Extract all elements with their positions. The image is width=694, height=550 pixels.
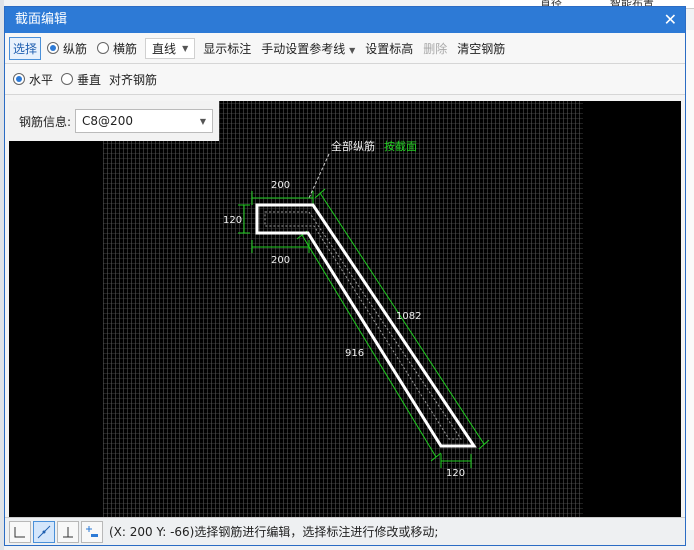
rebar-info-label: 钢筋信息: <box>19 114 72 129</box>
rebar-info-value: C8@200 <box>82 114 133 128</box>
leader-line <box>308 153 330 199</box>
select-button[interactable]: 选择 <box>9 36 42 60</box>
chevron-down-icon: ▼ <box>182 43 189 53</box>
window-title: 截面编辑 <box>15 12 68 27</box>
radio-checked-icon <box>13 73 25 85</box>
by-section-label: 按截面 <box>384 139 417 153</box>
status-text: (X: 200 Y: -66)选择钢筋进行编辑，选择标注进行修改或移动; <box>109 525 439 539</box>
delete-button[interactable]: 删除 <box>419 37 451 60</box>
main-toolbar: 选择 纵筋 横筋 直线 ▼ 显示标注 手动设置参考线 ▼ 设置标高 删除 清空钢… <box>5 33 685 64</box>
manual-ref-button[interactable]: 手动设置参考线 ▼ <box>257 37 359 60</box>
show-dims-button[interactable]: 显示标注 <box>199 37 255 60</box>
radio-unchecked-icon <box>97 42 110 54</box>
transverse-radio[interactable]: 横筋 <box>97 40 137 57</box>
transverse-label: 横筋 <box>113 41 138 56</box>
add-point-icon[interactable] <box>81 520 103 543</box>
title-bar[interactable]: 截面编辑 ✕ <box>5 7 685 33</box>
horizontal-label: 水平 <box>29 72 54 87</box>
drawing-canvas[interactable]: 全部纵筋 按截面 200 120 200 1082 916 120 钢筋信息: … <box>9 101 681 519</box>
dimension-lines <box>238 188 490 468</box>
rebar-outline <box>255 203 477 448</box>
vertical-radio[interactable]: 垂直 <box>61 71 101 88</box>
dim-end-text: 120 <box>446 468 465 479</box>
manual-ref-label: 手动设置参考线 <box>261 41 346 56</box>
all-long-label: 全部纵筋 <box>331 139 375 153</box>
dim-outer-text: 1082 <box>396 311 421 322</box>
clear-rebar-button[interactable]: 清空钢筋 <box>453 37 509 60</box>
radio-unchecked-icon <box>61 73 74 85</box>
dim-top-text: 200 <box>271 180 290 191</box>
radio-checked-icon <box>47 42 60 54</box>
vertical-label: 垂直 <box>77 72 102 87</box>
dim-bottom-text: 200 <box>271 255 290 266</box>
snap-perpendicular-icon[interactable] <box>57 520 79 543</box>
dim-inner-text: 916 <box>345 348 364 359</box>
align-toolbar: 水平 垂直 对齐钢筋 <box>5 64 685 95</box>
close-icon[interactable]: ✕ <box>664 7 677 33</box>
rebar-inner-dashed <box>264 211 462 440</box>
line-type-select[interactable]: 直线 ▼ <box>145 37 196 59</box>
chevron-down-icon: ▼ <box>349 45 356 55</box>
align-rebar-button[interactable]: 对齐钢筋 <box>105 68 161 91</box>
section-drawing: 全部纵筋 按截面 200 120 200 1082 916 120 <box>223 139 490 479</box>
rebar-info-select[interactable]: C8@200 ▼ <box>75 109 214 133</box>
ortho-mode-icon[interactable] <box>9 520 31 543</box>
longitudinal-label: 纵筋 <box>63 41 88 56</box>
line-type-value: 直线 <box>152 41 177 56</box>
snap-diagonal-icon[interactable] <box>33 520 55 543</box>
set-elevation-button[interactable]: 设置标高 <box>361 37 417 60</box>
longitudinal-radio[interactable]: 纵筋 <box>47 40 87 57</box>
section-edit-dialog: 截面编辑 ✕ 选择 纵筋 横筋 直线 ▼ 显示标注 手动设置参考线 ▼ 设置标高… <box>4 6 686 546</box>
dim-left-text: 120 <box>223 215 242 226</box>
rebar-info-panel: 钢筋信息: C8@200 ▼ <box>9 101 219 141</box>
status-bar: (X: 200 Y: -66)选择钢筋进行编辑，选择标注进行修改或移动; <box>5 517 685 545</box>
chevron-down-icon: ▼ <box>199 116 207 126</box>
horizontal-radio[interactable]: 水平 <box>13 71 53 88</box>
